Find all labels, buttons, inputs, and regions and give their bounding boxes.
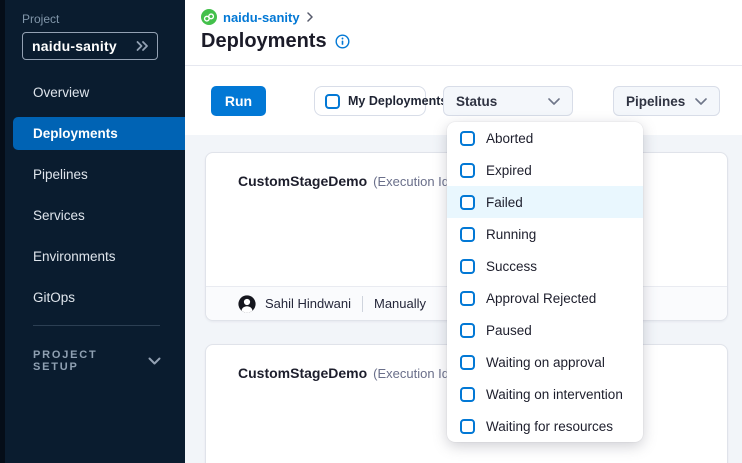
pipelines-filter-label: Pipelines bbox=[626, 94, 685, 109]
status-option-running[interactable]: Running bbox=[447, 218, 643, 250]
chevron-down-icon bbox=[148, 357, 161, 365]
status-option-label: Approval Rejected bbox=[486, 291, 596, 306]
status-option-label: Waiting for resources bbox=[486, 419, 613, 434]
trigger-type: Manually bbox=[374, 296, 426, 311]
checkbox[interactable] bbox=[460, 419, 475, 434]
status-option-label: Running bbox=[486, 227, 536, 242]
sidebar-divider bbox=[33, 325, 160, 326]
info-icon[interactable] bbox=[335, 34, 350, 49]
project-selector[interactable]: naidu-sanity bbox=[22, 32, 158, 60]
breadcrumb: naidu-sanity bbox=[201, 9, 314, 25]
sidebar-item-label: Overview bbox=[33, 85, 89, 100]
sidebar-item-label: GitOps bbox=[33, 290, 75, 305]
avatar bbox=[238, 295, 256, 313]
checkbox[interactable] bbox=[460, 131, 475, 146]
double-chevron-right-icon bbox=[135, 40, 149, 52]
status-option-label: Failed bbox=[486, 195, 523, 210]
title-row: Deployments bbox=[201, 30, 350, 53]
breadcrumb-project-link[interactable]: naidu-sanity bbox=[223, 10, 300, 25]
sidebar-item-label: Environments bbox=[33, 249, 116, 264]
sidebar-nav: Overview Deployments Pipelines Services … bbox=[0, 76, 185, 314]
checkbox[interactable] bbox=[460, 291, 475, 306]
status-option-waiting-for-resources[interactable]: Waiting for resources bbox=[447, 410, 643, 442]
pipeline-name: CustomStageDemo bbox=[238, 173, 367, 189]
status-option-approval-rejected[interactable]: Approval Rejected bbox=[447, 282, 643, 314]
status-option-label: Aborted bbox=[486, 131, 533, 146]
status-option-success[interactable]: Success bbox=[447, 250, 643, 282]
project-setup-toggle[interactable]: PROJECT SETUP bbox=[33, 349, 161, 373]
checkbox[interactable] bbox=[460, 355, 475, 370]
page-header: naidu-sanity Deployments bbox=[185, 0, 742, 66]
status-option-label: Waiting on intervention bbox=[486, 387, 623, 402]
pipeline-name: CustomStageDemo bbox=[238, 365, 367, 381]
triggered-by: Sahil Hindwani bbox=[265, 296, 351, 311]
sidebar-item-deployments[interactable]: Deployments bbox=[13, 117, 185, 150]
footer-divider bbox=[362, 296, 363, 312]
sidebar-item-label: Pipelines bbox=[33, 167, 88, 182]
sidebar-item-pipelines[interactable]: Pipelines bbox=[13, 158, 185, 191]
checkbox[interactable] bbox=[460, 259, 475, 274]
checkbox[interactable] bbox=[460, 227, 475, 242]
status-option-waiting-on-approval[interactable]: Waiting on approval bbox=[447, 346, 643, 378]
checkbox[interactable] bbox=[460, 323, 475, 338]
page-title: Deployments bbox=[201, 30, 327, 53]
status-option-label: Expired bbox=[486, 163, 532, 178]
status-option-expired[interactable]: Expired bbox=[447, 154, 643, 186]
pipelines-filter-dropdown[interactable]: Pipelines bbox=[613, 86, 720, 116]
my-deployments-checkbox[interactable] bbox=[325, 94, 340, 109]
status-option-label: Success bbox=[486, 259, 537, 274]
project-label: Project bbox=[22, 12, 59, 26]
chevron-down-icon bbox=[695, 98, 707, 105]
project-setup-label: PROJECT SETUP bbox=[33, 349, 148, 373]
sidebar-item-services[interactable]: Services bbox=[13, 199, 185, 232]
status-option-failed[interactable]: Failed bbox=[447, 186, 643, 218]
app-window: Project naidu-sanity Overview Deployment… bbox=[0, 0, 742, 463]
sidebar-item-environments[interactable]: Environments bbox=[13, 240, 185, 273]
project-sidebar: Project naidu-sanity Overview Deployment… bbox=[0, 0, 185, 463]
status-filter-dropdown[interactable]: Status bbox=[443, 86, 573, 116]
status-option-label: Paused bbox=[486, 323, 532, 338]
my-deployments-label: My Deployments bbox=[348, 94, 447, 108]
chevron-right-icon bbox=[306, 12, 314, 22]
status-filter-label: Status bbox=[456, 94, 497, 109]
sidebar-item-label: Services bbox=[33, 208, 85, 223]
run-button[interactable]: Run bbox=[211, 86, 266, 116]
sidebar-item-overview[interactable]: Overview bbox=[13, 76, 185, 109]
cd-module-icon bbox=[201, 9, 217, 25]
chevron-down-icon bbox=[548, 98, 560, 105]
my-deployments-filter[interactable]: My Deployments bbox=[314, 86, 426, 116]
project-name: naidu-sanity bbox=[32, 38, 117, 54]
status-option-label: Waiting on approval bbox=[486, 355, 605, 370]
status-option-waiting-on-intervention[interactable]: Waiting on intervention bbox=[447, 378, 643, 410]
sidebar-item-label: Deployments bbox=[33, 126, 118, 141]
status-option-paused[interactable]: Paused bbox=[447, 314, 643, 346]
checkbox[interactable] bbox=[460, 163, 475, 178]
status-filter-menu: Aborted Expired Failed Running Success A… bbox=[447, 122, 643, 442]
sidebar-item-gitops[interactable]: GitOps bbox=[13, 281, 185, 314]
execution-id-note: (Execution Id bbox=[373, 366, 449, 381]
checkbox[interactable] bbox=[460, 195, 475, 210]
checkbox[interactable] bbox=[460, 387, 475, 402]
status-option-aborted[interactable]: Aborted bbox=[447, 122, 643, 154]
execution-id-note: (Execution Id bbox=[373, 174, 449, 189]
